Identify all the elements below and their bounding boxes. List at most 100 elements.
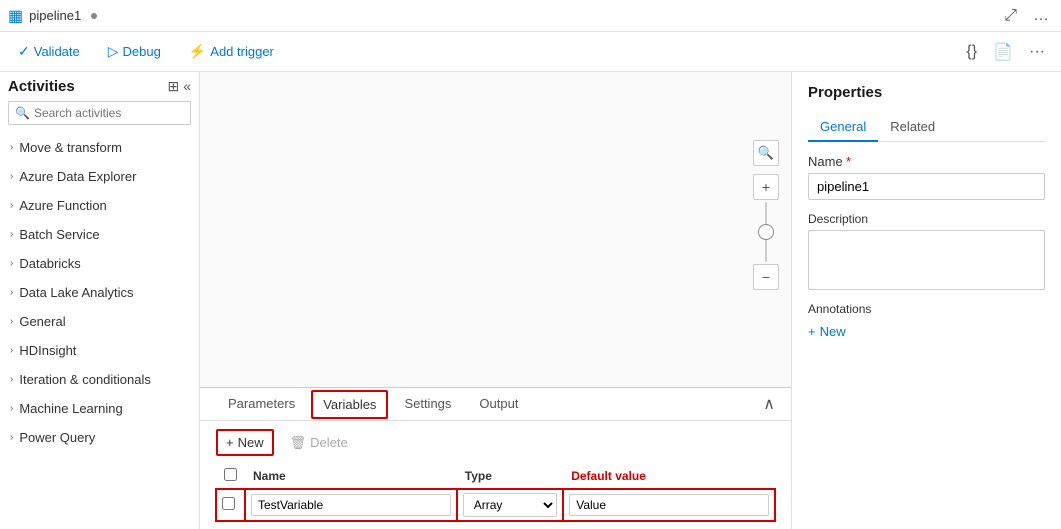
tab-output[interactable]: Output [467, 388, 530, 421]
sidebar-header-icons: ⊞ « [167, 78, 191, 95]
validate-button[interactable]: ✓ Validate [12, 39, 86, 64]
sidebar-header: Activities ⊞ « [0, 72, 199, 101]
properties-tabs: General Related [808, 113, 1045, 142]
props-tab-related[interactable]: Related [878, 113, 947, 142]
add-trigger-label: Add trigger [210, 44, 274, 59]
props-tab-general[interactable]: General [808, 113, 878, 142]
variable-name-input[interactable] [251, 494, 451, 516]
chevron-icon: › [10, 142, 13, 153]
sidebar-item-databricks[interactable]: › Databricks [0, 249, 199, 278]
canvas-main[interactable]: 🔍 + − [200, 72, 791, 387]
sidebar-item-data-lake-analytics[interactable]: › Data Lake Analytics [0, 278, 199, 307]
zoom-slider-thumb[interactable] [758, 224, 774, 240]
description-label: Description [808, 212, 1045, 226]
toolbar-more-button[interactable]: ··· [1025, 39, 1049, 65]
bottom-content: + New 🗑 Delete Name [200, 421, 791, 529]
delete-label: Delete [310, 435, 348, 450]
doc-button[interactable]: 📄 [989, 38, 1017, 66]
zoom-out-button[interactable]: − [753, 264, 779, 290]
row-checkbox-cell [216, 489, 245, 522]
variables-table: Name Type Default value [216, 464, 775, 521]
annotations-label: Annotations [808, 302, 1045, 316]
th-checkbox [216, 464, 245, 489]
sidebar-item-label: Databricks [19, 256, 80, 271]
description-textarea[interactable] [808, 230, 1045, 290]
sidebar-item-azure-data-explorer[interactable]: › Azure Data Explorer [0, 162, 199, 191]
search-icon: 🔍 [15, 106, 30, 120]
th-default-value: Default value [563, 464, 775, 489]
top-bar: ▦ pipeline1 ⤢ … [0, 0, 1061, 32]
canvas-search-button[interactable]: 🔍 [753, 140, 779, 166]
top-bar-right: ⤢ … [1000, 5, 1053, 27]
pipeline-title: pipeline1 [29, 8, 81, 23]
chevron-icon: › [10, 432, 13, 443]
sidebar: Activities ⊞ « 🔍 › Move & transform › Az… [0, 72, 200, 529]
sidebar-filter-icon[interactable]: ⊞ [167, 78, 179, 95]
sidebar-item-general[interactable]: › General [0, 307, 199, 336]
variable-default-input[interactable] [569, 494, 769, 516]
add-trigger-button[interactable]: ⚡ Add trigger [183, 39, 280, 64]
code-button[interactable]: {} [962, 39, 981, 65]
zoom-in-button[interactable]: + [753, 174, 779, 200]
sidebar-item-label: Move & transform [19, 140, 122, 155]
chevron-icon: › [10, 171, 13, 182]
delete-variable-button[interactable]: 🗑 Delete [282, 431, 356, 455]
debug-label: Debug [123, 44, 161, 59]
tab-variables[interactable]: Variables [311, 390, 388, 419]
row-type-cell: Array String Boolean [457, 489, 563, 522]
toolbar-right: {} 📄 ··· [962, 38, 1049, 66]
chevron-icon: › [10, 287, 13, 298]
sidebar-list: › Move & transform › Azure Data Explorer… [0, 133, 199, 529]
sidebar-item-power-query[interactable]: › Power Query [0, 423, 199, 452]
tab-settings[interactable]: Settings [392, 388, 463, 421]
tab-parameters-label: Parameters [228, 396, 295, 411]
add-annotation-button[interactable]: + New [808, 322, 1045, 341]
chevron-icon: › [10, 229, 13, 240]
sidebar-item-machine-learning[interactable]: › Machine Learning [0, 394, 199, 423]
sidebar-title: Activities [8, 78, 75, 95]
name-required: * [846, 154, 851, 169]
trigger-icon: ⚡ [189, 43, 206, 60]
main-layout: Activities ⊞ « 🔍 › Move & transform › Az… [0, 72, 1061, 529]
search-input[interactable] [34, 106, 189, 120]
sidebar-item-hdinsight[interactable]: › HDInsight [0, 336, 199, 365]
sidebar-item-batch-service[interactable]: › Batch Service [0, 220, 199, 249]
sidebar-item-label: Machine Learning [19, 401, 122, 416]
name-label: Name * [808, 154, 1045, 169]
tab-variables-label: Variables [323, 397, 376, 412]
delete-icon: 🗑 [290, 435, 307, 451]
table-header: Name Type Default value [216, 464, 775, 489]
bottom-panel: Parameters Variables Settings Output ∧ + [200, 387, 791, 529]
chevron-icon: › [10, 258, 13, 269]
validate-label: Validate [34, 44, 80, 59]
row-name-cell [245, 489, 457, 522]
sidebar-item-label: Data Lake Analytics [19, 285, 133, 300]
search-box: 🔍 [8, 101, 191, 125]
debug-button[interactable]: ▷ Debug [102, 39, 167, 64]
sidebar-item-azure-function[interactable]: › Azure Function [0, 191, 199, 220]
sidebar-item-label: HDInsight [19, 343, 76, 358]
chevron-icon: › [10, 374, 13, 385]
add-annotation-label: New [820, 324, 846, 339]
tab-parameters[interactable]: Parameters [216, 388, 307, 421]
topbar-more-button[interactable]: … [1029, 5, 1053, 27]
toolbar: ✓ Validate ▷ Debug ⚡ Add trigger {} 📄 ··… [0, 32, 1061, 72]
debug-icon: ▷ [108, 43, 119, 60]
select-all-checkbox[interactable] [224, 468, 237, 481]
new-variable-button[interactable]: + New [216, 429, 274, 456]
tab-settings-label: Settings [404, 396, 451, 411]
name-input[interactable] [808, 173, 1045, 200]
sidebar-collapse-icon[interactable]: « [183, 78, 191, 95]
sidebar-item-iteration-conditionals[interactable]: › Iteration & conditionals [0, 365, 199, 394]
row-checkbox[interactable] [222, 497, 235, 510]
sidebar-item-label: Batch Service [19, 227, 99, 242]
sidebar-item-move-transform[interactable]: › Move & transform [0, 133, 199, 162]
pipeline-icon: ▦ [8, 6, 23, 26]
collapse-button[interactable]: ∧ [763, 394, 775, 414]
unsaved-dot [91, 13, 97, 19]
sidebar-item-label: Iteration & conditionals [19, 372, 151, 387]
expand-button[interactable]: ⤢ [1000, 5, 1021, 27]
variable-type-select[interactable]: Array String Boolean [463, 493, 557, 517]
tab-output-label: Output [479, 396, 518, 411]
properties-panel: Properties General Related Name * Descri… [791, 72, 1061, 529]
